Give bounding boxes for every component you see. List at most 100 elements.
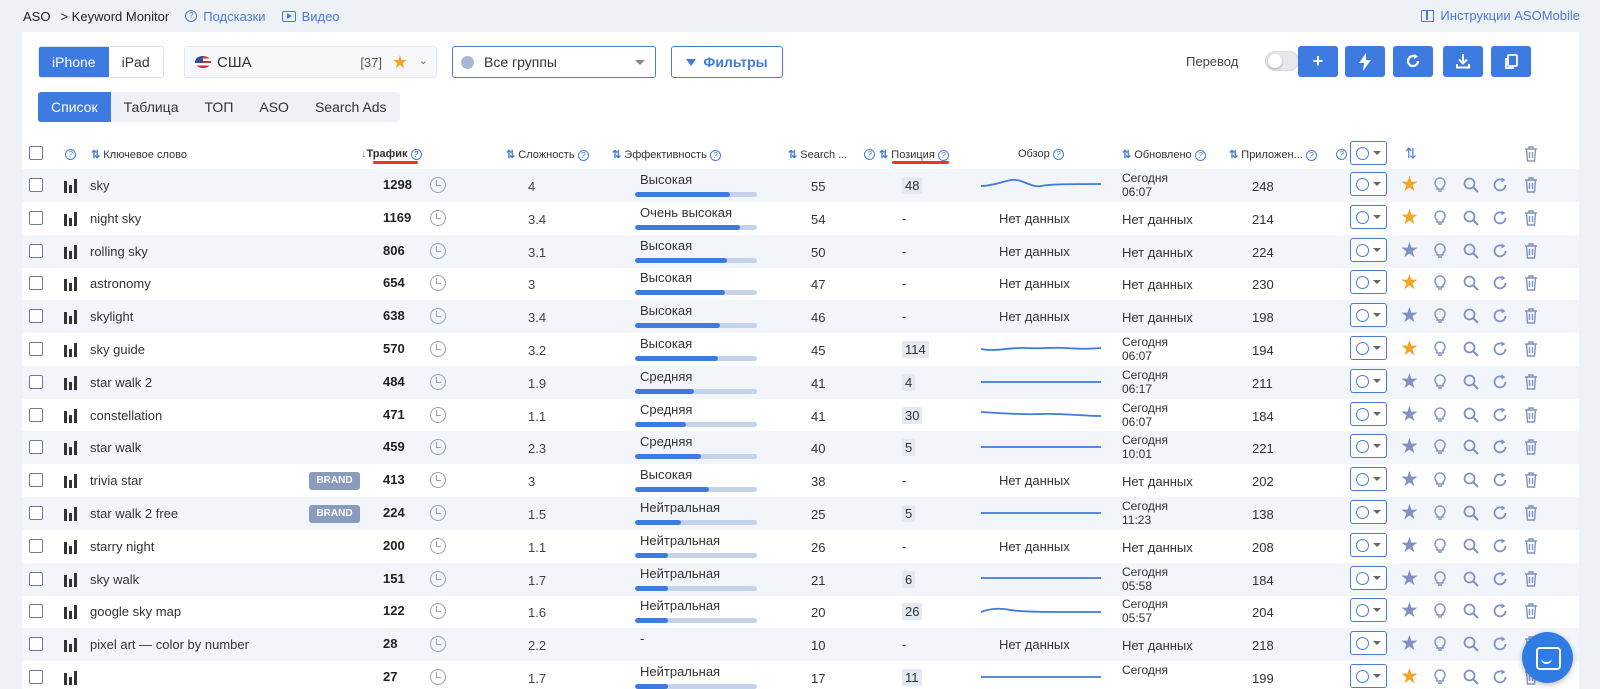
row-status-select[interactable] [1350,270,1387,295]
row-checkbox[interactable] [29,210,43,225]
row-status-select[interactable] [1350,664,1387,688]
row-checkbox[interactable] [29,473,43,488]
keyword-text[interactable]: rolling sky [90,244,148,259]
row-status-select[interactable] [1350,368,1387,393]
refresh-icon[interactable] [1492,374,1508,390]
lightbulb-icon[interactable] [1434,669,1446,685]
history-icon[interactable] [430,603,446,620]
row-checkbox[interactable] [29,309,43,324]
group-select[interactable]: Все группы [452,46,656,78]
help-icon[interactable]: ? [1305,149,1317,161]
table-row[interactable]: sky 1298 4 Высокая 55 48 Сегодня 06:07 248 ★ [22,169,1579,202]
row-checkbox[interactable] [29,637,43,652]
lightbulb-icon[interactable] [1434,472,1446,488]
star-icon[interactable]: ★ [1400,467,1419,492]
row-checkbox[interactable] [29,407,43,422]
table-row[interactable]: 27 1.7 Нейтральная 17 11 Сегодня 199 ★ [22,661,1579,689]
row-checkbox[interactable] [29,670,43,684]
row-checkbox[interactable] [29,276,43,291]
position-trend-sparkline[interactable] [980,434,1102,461]
refresh-icon[interactable] [1492,275,1508,291]
search-icon[interactable] [1463,636,1479,652]
tab-top[interactable]: ТОП [192,92,247,122]
history-icon[interactable] [430,341,446,357]
row-checkbox[interactable] [29,506,43,520]
row-status-select[interactable] [1350,631,1387,656]
refresh-icon[interactable] [1492,407,1508,423]
table-row[interactable]: trivia star BRAND 413 3 Высокая 38 - Нет данных… [22,464,1579,497]
position-trend-sparkline[interactable] [980,500,1102,527]
help-icon[interactable]: ? [937,149,949,161]
row-status-select[interactable] [1350,204,1387,229]
refresh-icon[interactable] [1492,243,1508,259]
star-icon[interactable]: ★ [1400,303,1419,328]
filters-button[interactable]: Фильтры [671,46,783,78]
star-icon[interactable]: ★ [1400,238,1419,263]
trash-icon[interactable] [1524,570,1538,587]
history-icon[interactable] [430,537,446,554]
search-icon[interactable] [1463,669,1479,685]
bar-chart-icon[interactable] [64,507,78,521]
bar-chart-icon[interactable] [64,277,78,292]
sort-icon[interactable]: ⇅ [1405,145,1417,162]
row-status-select[interactable] [1350,532,1387,557]
star-icon[interactable]: ★ [1400,664,1419,689]
header-apps-help[interactable]: ? [1336,148,1347,160]
search-icon[interactable] [1463,210,1479,226]
lightbulb-icon[interactable] [1434,177,1446,193]
history-icon[interactable] [430,373,446,390]
history-icon[interactable] [430,308,446,325]
table-row[interactable]: star walk 459 2.3 Средняя 40 5 Сегодня 10:01 221… [22,431,1579,465]
trash-icon[interactable] [1524,146,1538,162]
search-icon[interactable] [1463,177,1479,193]
position-trend-sparkline[interactable] [980,664,1102,689]
bar-chart-icon[interactable] [64,343,78,357]
history-icon[interactable] [430,275,446,292]
device-tab-ipad[interactable]: iPad [109,47,163,77]
country-select[interactable]: США [37] ★ ⌄ [184,46,437,78]
row-status-select[interactable] [1350,598,1387,623]
lightbulb-icon[interactable] [1434,242,1446,259]
trash-icon[interactable] [1524,308,1538,324]
lightbulb-icon[interactable] [1434,210,1446,226]
bar-chart-icon[interactable] [64,671,78,685]
bar-chart-icon[interactable] [64,244,78,259]
chat-widget-button[interactable] [1522,632,1573,683]
history-icon[interactable] [430,472,446,489]
lightning-button[interactable] [1345,46,1385,77]
row-status-select[interactable] [1350,401,1387,426]
trash-icon[interactable] [1524,341,1538,357]
star-icon[interactable]: ★ [1400,172,1419,197]
keyword-text[interactable]: star walk [90,440,141,455]
refresh-icon[interactable] [1492,636,1508,652]
keyword-text[interactable]: night sky [90,211,141,226]
lightbulb-icon[interactable] [1434,570,1446,587]
keyword-text[interactable]: google sky map [90,604,181,619]
refresh-icon[interactable] [1492,472,1508,488]
refresh-icon[interactable] [1492,439,1508,455]
star-icon[interactable]: ★ [392,52,408,73]
lightbulb-icon[interactable] [1434,603,1446,619]
header-traffic[interactable]: ↓Трафик ? [361,148,422,160]
lightbulb-icon[interactable] [1434,505,1446,521]
keyword-text[interactable]: sky guide [90,342,145,357]
star-icon[interactable]: ★ [1400,598,1419,623]
star-icon[interactable]: ★ [1400,434,1419,459]
refresh-icon[interactable] [1492,308,1508,324]
header-keyword[interactable]: ⇅ Ключевое слово [91,148,187,161]
tab-table[interactable]: Таблица [111,92,192,122]
table-row[interactable]: pixel art — color by number 28 2.2 - 10 - Нет … [22,628,1579,662]
table-row[interactable]: starry night 200 1.1 Нейтральная 26 - Нет данн… [22,530,1579,563]
history-icon[interactable] [430,209,446,226]
bulk-status-select[interactable] [1350,141,1387,165]
star-icon[interactable]: ★ [1400,369,1419,394]
table-row[interactable]: skylight 638 3.4 Высокая 46 - Нет данных Нет да… [22,300,1579,334]
copy-button[interactable] [1491,46,1531,77]
lightbulb-icon[interactable] [1434,275,1446,291]
keyword-text[interactable]: sky walk [90,572,139,587]
row-status-select[interactable] [1350,336,1387,360]
row-status-select[interactable] [1350,172,1387,196]
history-icon[interactable] [430,177,446,193]
bar-chart-icon[interactable] [64,310,78,325]
keyword-text[interactable]: star walk 2 free [90,506,178,521]
